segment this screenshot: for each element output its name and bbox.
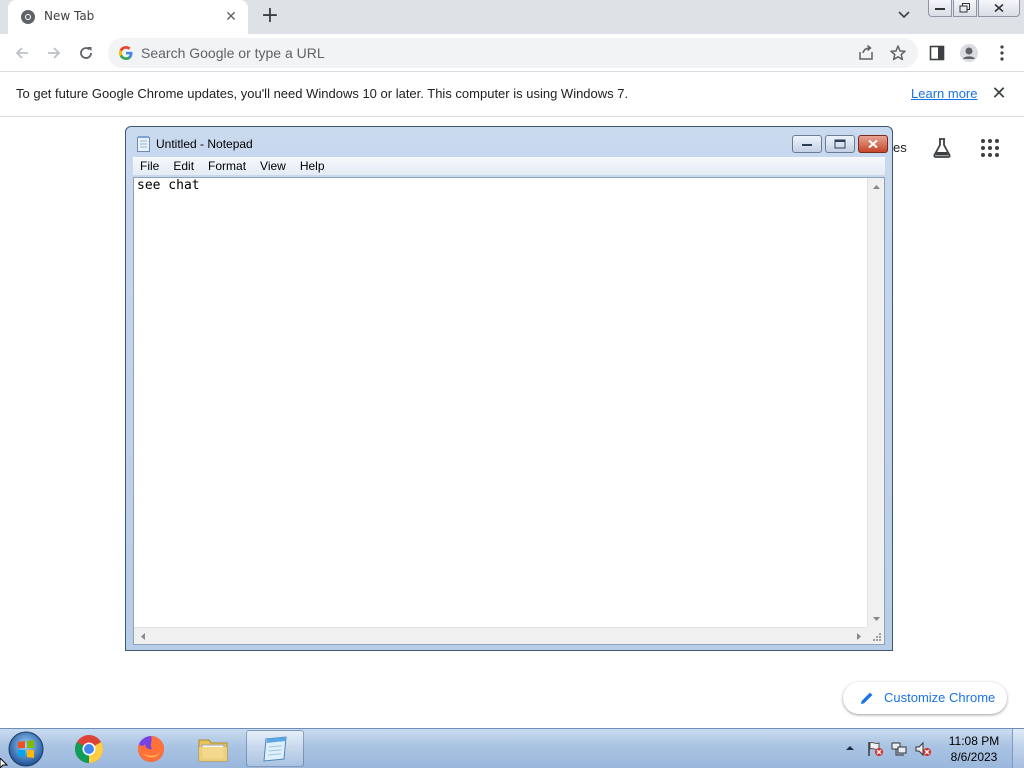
back-arrow-icon[interactable]: [9, 40, 35, 66]
taskbar-explorer-button[interactable]: [184, 730, 242, 767]
notepad-menubar: File Edit Format View Help: [133, 157, 885, 175]
taskbar-notepad-button[interactable]: [246, 730, 304, 767]
omnibox[interactable]: [108, 38, 918, 68]
ntp-header-link[interactable]: es: [893, 140, 907, 155]
restore-button[interactable]: [953, 0, 977, 17]
minimize-button[interactable]: [928, 0, 952, 17]
notepad-window[interactable]: Untitled - Notepad File Edit Format View…: [125, 126, 893, 651]
scroll-left-arrow-icon[interactable]: [134, 628, 151, 645]
system-clock[interactable]: 11:08 PM 8/6/2023: [944, 733, 1004, 765]
clock-date: 8/6/2023: [950, 750, 998, 764]
menu-view[interactable]: View: [253, 157, 293, 175]
show-desktop-button[interactable]: [1012, 729, 1024, 768]
new-tab-plus-icon[interactable]: +: [258, 5, 282, 29]
notepad-icon: [263, 735, 287, 762]
show-hidden-icons-arrow-icon[interactable]: [845, 743, 855, 753]
tab-title: New Tab: [44, 9, 95, 23]
tab-search-chevron-icon[interactable]: [894, 7, 914, 27]
volume-muted-icon[interactable]: [914, 741, 932, 757]
profile-avatar-icon[interactable]: [959, 43, 979, 63]
infobar-close-icon[interactable]: ✕: [990, 85, 1008, 103]
close-window-button[interactable]: [978, 0, 1020, 17]
tab-new-tab[interactable]: New Tab ✕: [8, 0, 248, 34]
bookmark-star-icon[interactable]: [889, 44, 907, 62]
menu-file[interactable]: File: [133, 157, 166, 175]
menu-edit[interactable]: Edit: [166, 157, 201, 175]
scroll-right-arrow-icon[interactable]: [850, 628, 867, 645]
network-icon[interactable]: [890, 741, 908, 757]
notepad-title: Untitled - Notepad: [156, 137, 253, 151]
action-center-flag-icon[interactable]: [866, 741, 884, 757]
notepad-window-controls: [789, 135, 888, 153]
notepad-close-button[interactable]: [858, 135, 888, 153]
customize-chrome-button[interactable]: Customize Chrome: [843, 682, 1007, 714]
notepad-maximize-button[interactable]: [825, 135, 855, 153]
file-explorer-icon: [198, 739, 228, 761]
chrome-icon: [21, 10, 35, 24]
pencil-icon: [861, 692, 873, 704]
kebab-menu-icon[interactable]: [992, 43, 1012, 63]
update-infobar: To get future Google Chrome updates, you…: [0, 71, 1024, 117]
notepad-text-area[interactable]: see chat: [137, 178, 862, 623]
customize-chrome-label: Customize Chrome: [884, 690, 996, 705]
forward-arrow-icon[interactable]: [41, 40, 67, 66]
notepad-edit-area: see chat: [133, 177, 885, 645]
menu-format[interactable]: Format: [201, 157, 253, 175]
google-apps-grid-icon[interactable]: [980, 138, 1000, 158]
scroll-down-arrow-icon[interactable]: [868, 610, 885, 627]
mouse-cursor-icon: [0, 758, 9, 768]
search-input[interactable]: [141, 44, 741, 62]
window-controls: [927, 0, 1020, 18]
notepad-icon: [137, 136, 150, 152]
taskbar-chrome-button[interactable]: [60, 730, 118, 767]
share-icon[interactable]: [857, 44, 875, 62]
side-panel-icon[interactable]: [927, 43, 947, 63]
infobar-message: To get future Google Chrome updates, you…: [16, 86, 629, 101]
notepad-minimize-button[interactable]: [792, 135, 822, 153]
browser-tab-strip: New Tab ✕ +: [0, 0, 1024, 34]
resize-grip-icon[interactable]: [867, 627, 884, 644]
vertical-scrollbar[interactable]: [867, 178, 884, 627]
firefox-icon: [138, 735, 164, 762]
menu-help[interactable]: Help: [293, 157, 332, 175]
chrome-icon: [75, 734, 103, 763]
windows-taskbar: 11:08 PM 8/6/2023: [0, 728, 1024, 768]
notepad-titlebar[interactable]: Untitled - Notepad: [126, 127, 892, 159]
browser-toolbar: [0, 34, 1024, 71]
google-g-icon: [119, 46, 133, 60]
horizontal-scrollbar[interactable]: [134, 627, 867, 644]
labs-flask-icon[interactable]: [930, 136, 954, 160]
taskbar-firefox-button[interactable]: [122, 730, 180, 767]
clock-time: 11:08 PM: [948, 734, 1000, 748]
learn-more-link[interactable]: Learn more: [911, 86, 977, 101]
start-orb-icon[interactable]: [6, 730, 46, 768]
tab-close-icon[interactable]: ✕: [222, 8, 240, 26]
scroll-up-arrow-icon[interactable]: [868, 178, 885, 195]
reload-icon[interactable]: [73, 40, 99, 66]
